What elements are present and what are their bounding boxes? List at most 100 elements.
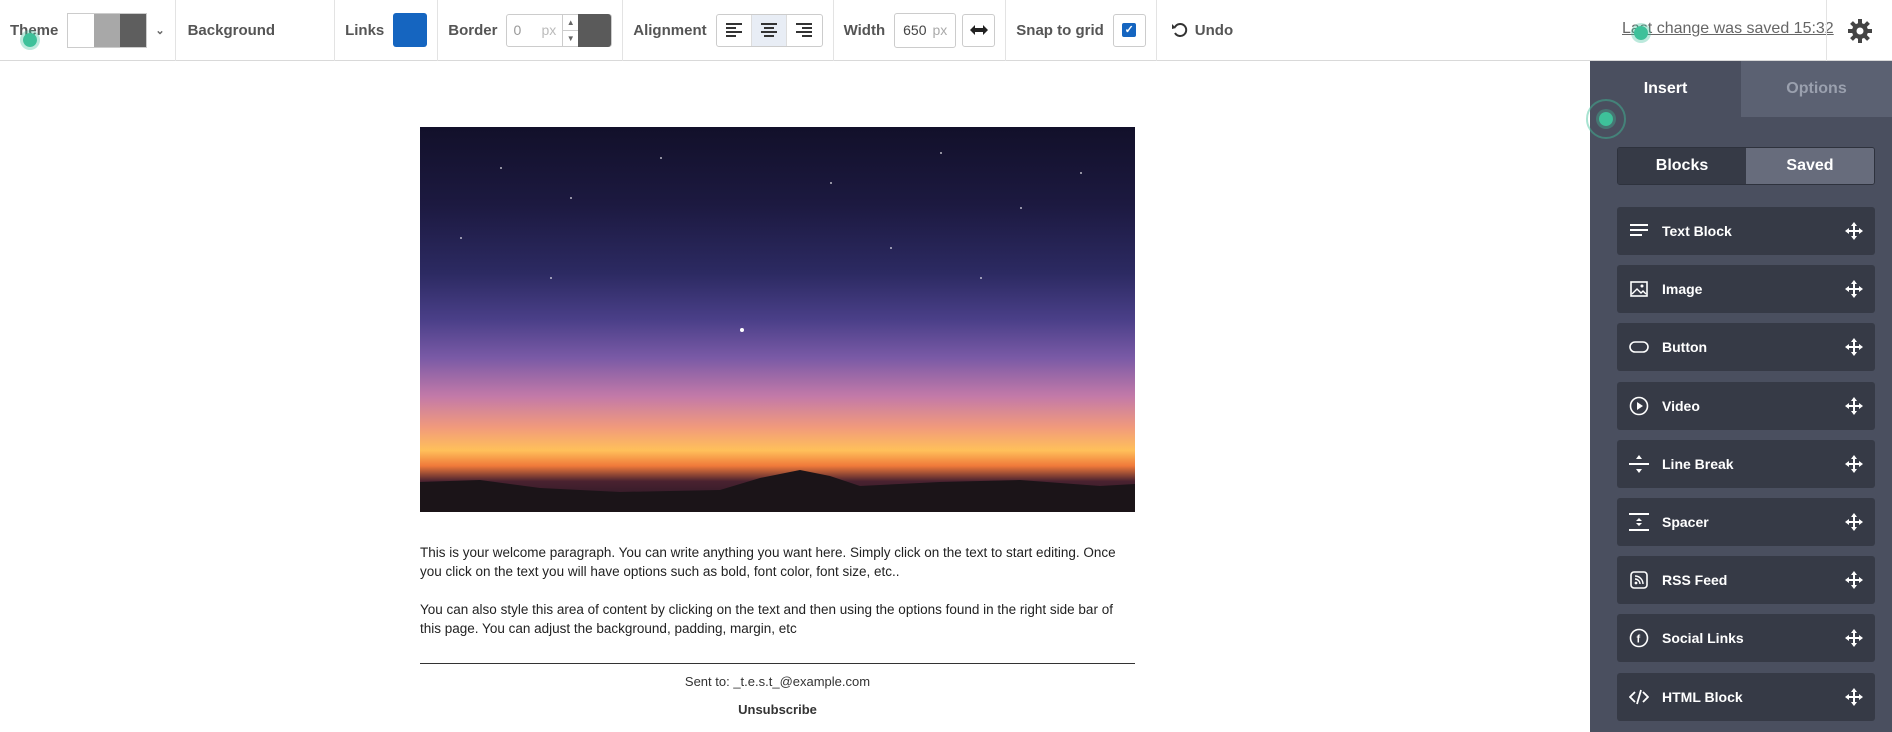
move-icon[interactable] — [1845, 454, 1863, 473]
block-html[interactable]: HTML Block — [1617, 672, 1875, 721]
sidebar-tabs: Insert Options — [1590, 61, 1892, 117]
move-icon[interactable] — [1845, 571, 1863, 590]
image-icon — [1629, 279, 1649, 299]
snap-group: Snap to grid ✓ — [1006, 0, 1157, 61]
undo-icon — [1171, 23, 1187, 37]
snap-label: Snap to grid — [1016, 21, 1104, 39]
star — [940, 152, 942, 154]
play-circle-icon — [1629, 396, 1649, 416]
footer-divider — [420, 663, 1135, 664]
block-label: Line Break — [1662, 455, 1734, 472]
align-right-icon — [796, 23, 813, 37]
segment-saved[interactable]: Saved — [1746, 148, 1874, 184]
checkmark-icon: ✓ — [1122, 23, 1137, 37]
star — [1020, 207, 1022, 209]
pointer-marker — [1596, 109, 1616, 129]
block-label: Video — [1662, 397, 1700, 414]
block-text[interactable]: Text Block — [1617, 207, 1875, 255]
button-pill-icon — [1629, 337, 1649, 357]
star — [460, 237, 462, 239]
border-group: Border 0 px ▲ ▼ — [438, 0, 624, 61]
block-line-break[interactable]: Line Break — [1617, 439, 1875, 488]
mountain-silhouette — [420, 470, 1135, 512]
block-label: Spacer — [1662, 513, 1709, 530]
svg-text:f: f — [1637, 634, 1641, 646]
width-label: Width — [843, 21, 886, 39]
block-rss-feed[interactable]: RSS Feed — [1617, 556, 1875, 605]
settings-button[interactable] — [1826, 0, 1892, 61]
star — [980, 277, 982, 279]
theme-swatches[interactable] — [67, 12, 148, 48]
sent-to-text: Sent to: _t.e.s.t_@example.com — [684, 674, 871, 689]
block-label: Text Block — [1662, 223, 1732, 239]
spacer-icon — [1629, 512, 1649, 532]
rss-icon — [1629, 570, 1649, 590]
snap-to-grid-checkbox[interactable]: ✓ — [1112, 13, 1146, 47]
undo-button[interactable]: Undo — [1157, 21, 1233, 39]
hero-image[interactable] — [420, 127, 1135, 512]
border-color-swatch[interactable] — [578, 13, 612, 47]
stepper-down-icon[interactable]: ▼ — [563, 31, 578, 46]
star — [570, 197, 572, 199]
star — [1080, 172, 1082, 174]
block-label: HTML Block — [1662, 688, 1743, 705]
text-lines-icon — [1629, 221, 1649, 241]
links-label: Links — [345, 21, 385, 39]
theme-swatch-dark[interactable] — [120, 13, 147, 47]
align-center-button[interactable] — [751, 14, 787, 46]
width-group: Width 650 px — [834, 0, 1007, 61]
block-video[interactable]: Video — [1617, 381, 1875, 430]
move-icon[interactable] — [1845, 338, 1863, 357]
border-width-input[interactable]: 0 px ▲ ▼ — [506, 13, 613, 47]
move-icon[interactable] — [1845, 512, 1863, 531]
last-saved-link[interactable]: Last change was saved 15:32 — [1622, 20, 1834, 38]
pointer-marker — [20, 30, 40, 50]
star — [550, 277, 552, 279]
block-button[interactable]: Button — [1617, 323, 1875, 372]
line-break-icon — [1629, 454, 1649, 474]
theme-swatch-white[interactable] — [68, 13, 95, 47]
move-icon[interactable] — [1845, 687, 1863, 706]
move-icon[interactable] — [1845, 280, 1863, 299]
chevron-down-icon[interactable]: ⌄ — [155, 24, 164, 37]
block-spacer[interactable]: Spacer — [1617, 497, 1875, 546]
move-icon[interactable] — [1845, 396, 1863, 415]
star — [500, 167, 502, 169]
segment-blocks[interactable]: Blocks — [1618, 148, 1746, 184]
border-width-value[interactable]: 0 — [507, 22, 541, 38]
move-icon[interactable] — [1845, 222, 1863, 240]
align-left-icon — [725, 23, 742, 37]
block-social-links[interactable]: f Social Links — [1617, 614, 1875, 663]
border-width-unit: px — [541, 22, 557, 38]
unsubscribe-link[interactable]: Unsubscribe — [420, 702, 1135, 717]
block-label: Image — [1662, 281, 1703, 298]
star — [830, 182, 832, 184]
width-input[interactable]: 650 px — [894, 12, 957, 48]
links-color-swatch[interactable] — [393, 13, 428, 47]
code-icon — [1629, 687, 1649, 707]
theme-swatch-grey[interactable] — [94, 13, 121, 47]
links-group: Links — [335, 0, 439, 61]
width-value[interactable]: 650 — [903, 22, 926, 38]
background-group[interactable]: Background — [176, 0, 336, 61]
style-paragraph[interactable]: You can also style this area of content … — [420, 600, 1135, 638]
full-width-button[interactable] — [962, 13, 996, 47]
gear-icon — [1847, 18, 1872, 43]
align-left-button[interactable] — [717, 14, 752, 46]
align-right-button[interactable] — [787, 15, 822, 46]
blocks-saved-toggle: Blocks Saved — [1617, 147, 1875, 185]
alignment-group: Alignment — [623, 0, 834, 61]
welcome-paragraph[interactable]: This is your welcome paragraph. You can … — [420, 543, 1135, 581]
block-image[interactable]: Image — [1617, 265, 1875, 314]
border-label: Border — [448, 21, 498, 39]
tab-options[interactable]: Options — [1741, 61, 1892, 117]
sidebar: Insert Options Blocks Saved Text Block I… — [1586, 61, 1892, 732]
undo-label[interactable]: Undo — [1195, 22, 1233, 39]
stepper-up-icon[interactable]: ▲ — [563, 15, 579, 31]
block-label: RSS Feed — [1662, 572, 1728, 589]
border-width-stepper[interactable]: ▲ ▼ — [562, 14, 579, 46]
background-label[interactable]: Background — [188, 22, 276, 39]
move-icon[interactable] — [1845, 629, 1863, 648]
facebook-icon: f — [1629, 628, 1649, 648]
block-label: Button — [1662, 339, 1708, 356]
